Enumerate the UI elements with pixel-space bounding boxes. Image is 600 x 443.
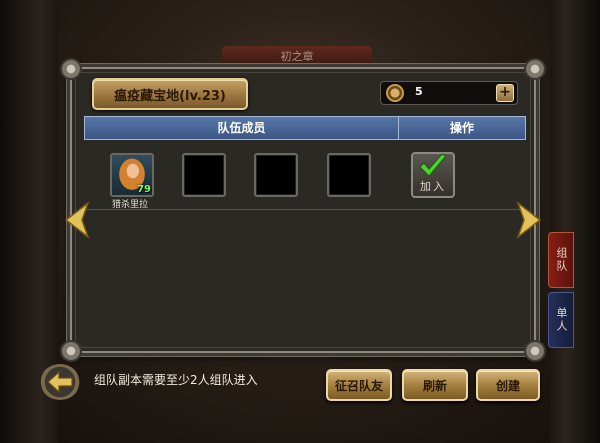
team-panel: 瘟疫藏宝地(lv.23) 5 + 队伍成员 操作 79 猎杀里拉 加入 <box>70 67 536 353</box>
header-members: 队伍成员 <box>85 117 399 139</box>
right-pillar <box>550 0 600 443</box>
refresh-button[interactable]: 刷新 <box>402 369 468 401</box>
member-slot-1[interactable]: 79 <box>110 153 154 197</box>
chevron-left-icon[interactable] <box>62 201 92 239</box>
recruit-button[interactable]: 征召队友 <box>326 369 392 401</box>
corner-ornament <box>60 58 82 80</box>
table-header: 队伍成员 操作 <box>84 116 526 140</box>
currency-box: 5 + <box>380 81 518 105</box>
member-slot-2[interactable] <box>182 153 226 197</box>
tab-single[interactable]: 单人 <box>548 292 574 348</box>
member-slot-3[interactable] <box>254 153 298 197</box>
back-button[interactable] <box>40 364 80 400</box>
join-button[interactable]: 加入 <box>411 152 455 198</box>
back-arrow-icon <box>47 370 73 394</box>
member-name: 猎杀里拉 <box>111 200 148 210</box>
dungeon-title-button[interactable]: 瘟疫藏宝地(lv.23) <box>92 78 248 110</box>
add-currency-button[interactable]: + <box>496 84 514 102</box>
chevron-right-icon[interactable] <box>514 201 544 239</box>
team-row: 79 猎杀里拉 加入 <box>84 139 524 210</box>
hint-text: 组队副本需要至少2人组队进入 <box>94 373 258 387</box>
tab-team[interactable]: 组队 <box>548 232 574 288</box>
chapter-banner: 初之章 <box>222 46 372 68</box>
compass-icon <box>386 84 404 102</box>
dungeon-title-label: 瘟疫藏宝地(lv.23) <box>114 88 226 104</box>
member-level: 79 <box>137 184 151 195</box>
corner-ornament <box>524 340 546 362</box>
join-label: 加入 <box>420 180 446 193</box>
member-slot-4[interactable] <box>327 153 371 197</box>
corner-ornament <box>60 340 82 362</box>
create-button[interactable]: 创建 <box>476 369 540 401</box>
currency-value: 5 <box>415 85 423 98</box>
header-action: 操作 <box>449 121 474 135</box>
corner-ornament <box>524 58 546 80</box>
